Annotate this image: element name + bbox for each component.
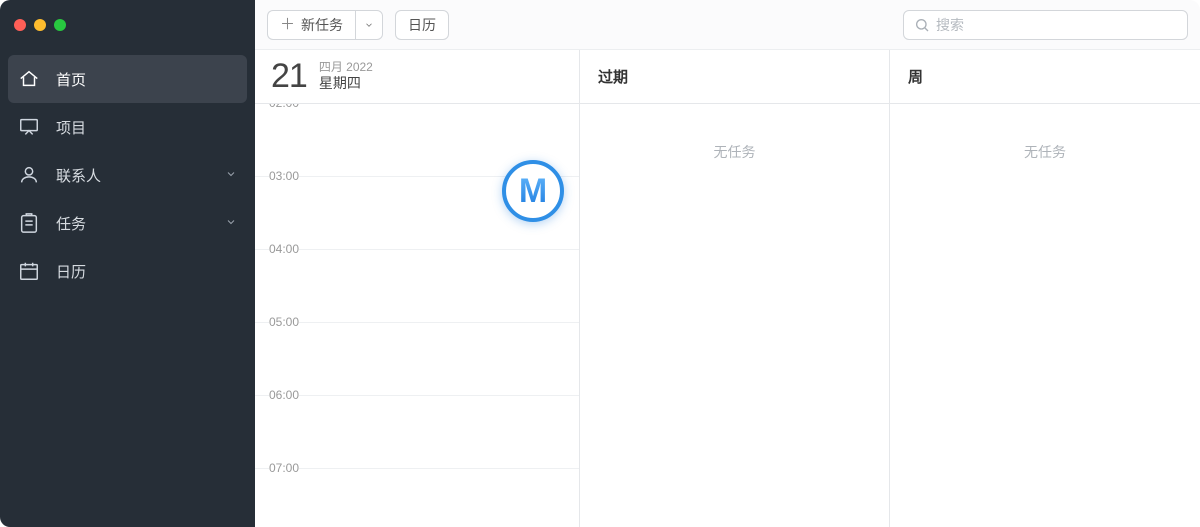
week-header: 周 (890, 50, 1200, 104)
plus-icon: ＋ (280, 17, 295, 32)
today-column: 21 四月 2022 星期四 02:0003:0004:0005:0006:00… (255, 50, 580, 527)
time-label: 04:00 (269, 242, 299, 256)
time-slot[interactable]: 04:00 (255, 250, 579, 323)
today-header: 21 四月 2022 星期四 (255, 50, 579, 104)
search-icon (914, 17, 930, 33)
calendar-button[interactable]: 日历 (395, 10, 449, 40)
sidebar-item-label: 项目 (56, 117, 237, 138)
new-task-dropdown-button[interactable] (355, 10, 383, 40)
close-window-button[interactable] (14, 19, 26, 31)
main-panel: ＋ 新任务 日历 21 四月 2022 (255, 0, 1200, 527)
search-box[interactable] (903, 10, 1188, 40)
new-task-label: 新任务 (301, 15, 343, 35)
search-input[interactable] (936, 17, 1177, 33)
sidebar-item-label: 联系人 (56, 165, 225, 186)
new-task-button[interactable]: ＋ 新任务 (267, 10, 355, 40)
toolbar: ＋ 新任务 日历 (255, 0, 1200, 50)
contacts-icon (18, 164, 40, 186)
time-slot[interactable]: 07:00 (255, 469, 579, 527)
time-label: 05:00 (269, 315, 299, 329)
time-label: 03:00 (269, 169, 299, 183)
time-slot[interactable]: 06:00 (255, 396, 579, 469)
sidebar-item-projects[interactable]: 项目 (8, 103, 247, 151)
home-icon (18, 68, 40, 90)
today-day-number: 21 (271, 57, 307, 96)
time-label: 06:00 (269, 388, 299, 402)
calendar-icon (18, 260, 40, 282)
today-weekday: 星期四 (319, 75, 373, 93)
presentation-icon (18, 116, 40, 138)
time-label: 07:00 (269, 461, 299, 475)
chevron-down-icon (364, 20, 374, 30)
calendar-button-label: 日历 (408, 15, 436, 35)
app-logo-badge: M (502, 160, 564, 222)
week-empty-hint: 无任务 (890, 104, 1200, 162)
new-task-button-group: ＋ 新任务 (267, 10, 383, 40)
maximize-window-button[interactable] (54, 19, 66, 31)
chevron-down-icon (225, 167, 237, 184)
app-logo-letter: M (519, 174, 547, 208)
sidebar-item-label: 首页 (56, 69, 237, 90)
overdue-column: 过期 无任务 (580, 50, 890, 527)
sidebar-item-label: 任务 (56, 213, 225, 234)
overdue-header: 过期 (580, 50, 889, 104)
minimize-window-button[interactable] (34, 19, 46, 31)
window-controls (0, 15, 255, 55)
tasks-icon (18, 212, 40, 234)
sidebar-nav: 首页 项目 联系人 任务 (0, 55, 255, 295)
time-slot[interactable]: 05:00 (255, 323, 579, 396)
week-column: 周 无任务 (890, 50, 1200, 527)
overdue-empty-hint: 无任务 (580, 104, 889, 162)
sidebar-item-contacts[interactable]: 联系人 (8, 151, 247, 199)
content-area: 21 四月 2022 星期四 02:0003:0004:0005:0006:00… (255, 50, 1200, 527)
time-label: 02:00 (269, 104, 299, 110)
today-month-year: 四月 2022 (319, 60, 373, 75)
sidebar-item-label: 日历 (56, 261, 237, 282)
sidebar-item-tasks[interactable]: 任务 (8, 199, 247, 247)
sidebar: 首页 项目 联系人 任务 (0, 0, 255, 527)
sidebar-item-calendar[interactable]: 日历 (8, 247, 247, 295)
chevron-down-icon (225, 215, 237, 232)
sidebar-item-home[interactable]: 首页 (8, 55, 247, 103)
